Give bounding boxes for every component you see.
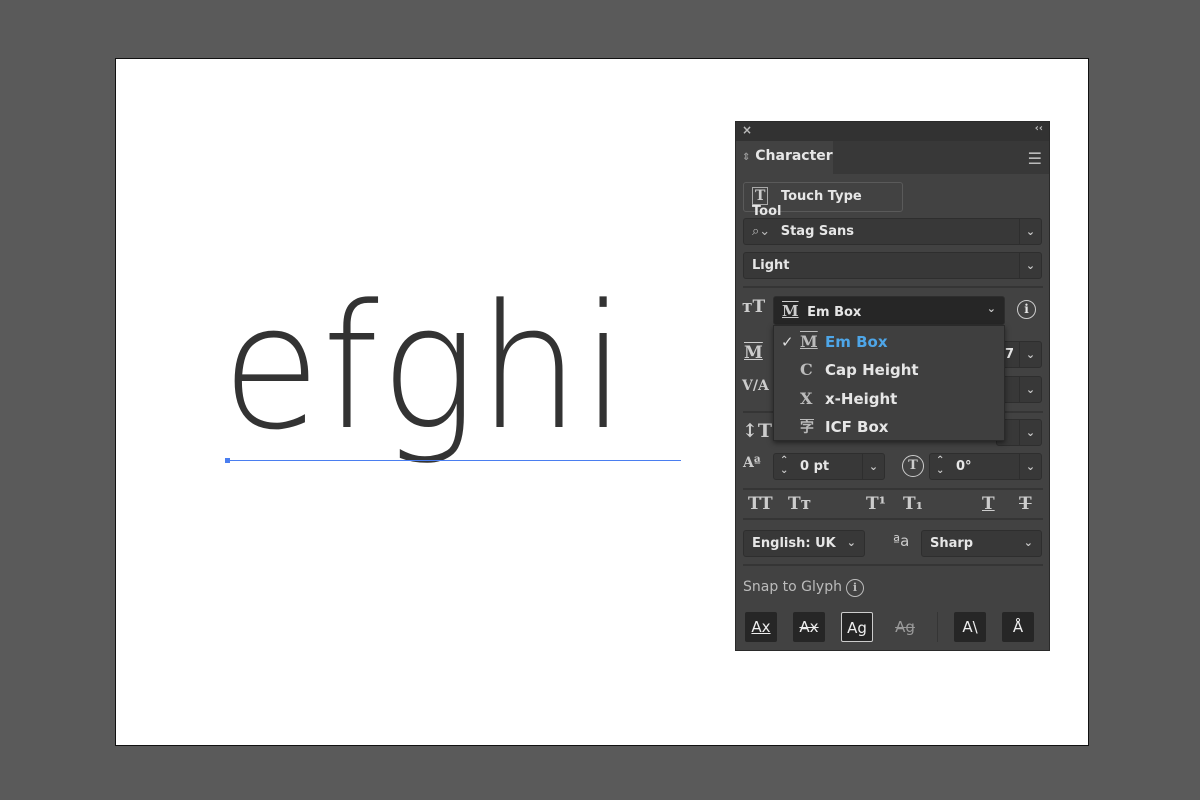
rotation-value: 0°: [956, 459, 972, 474]
leading-icon: ↕T: [742, 420, 773, 442]
rotation-field[interactable]: ⌃ ⌄ 0° ⌄: [929, 453, 1042, 480]
menu-item-cap-height[interactable]: C Cap Height: [774, 357, 1004, 385]
underline-icon[interactable]: T: [982, 494, 995, 514]
baseline-shift-icon: Aª: [743, 455, 761, 471]
font-style-field[interactable]: Light ⌄: [743, 252, 1042, 279]
panel-title-bar: × ‹‹: [736, 122, 1049, 141]
all-caps-icon[interactable]: TT: [748, 494, 773, 514]
baseline-shift-field[interactable]: ⌃ ⌄ 0 pt ⌄: [773, 453, 885, 480]
info-icon[interactable]: i: [1017, 300, 1036, 319]
checkmark-icon: ✓: [781, 333, 794, 351]
font-family-field[interactable]: ⌕⌄ Stag Sans ⌄: [743, 218, 1042, 245]
em-box-icon: M: [782, 302, 799, 320]
scale-value: 7: [1005, 347, 1015, 362]
chevron-down-icon[interactable]: ⌄: [1019, 253, 1041, 278]
language-value: English: UK: [752, 536, 836, 551]
small-caps-icon[interactable]: Tт: [788, 494, 811, 514]
divider: [743, 564, 1043, 566]
chevron-down-icon[interactable]: ⌄: [1019, 420, 1041, 445]
chevron-down-icon[interactable]: ⌄: [1019, 454, 1041, 479]
chevron-down-icon[interactable]: ⌄: [1019, 377, 1041, 402]
divider: [743, 488, 1043, 490]
chevron-down-icon: ⌄: [846, 536, 856, 549]
alignment-dropdown-menu: ✓ M Em Box C Cap Height X x-Height 字 ICF…: [773, 325, 1005, 441]
strikethrough-icon[interactable]: T: [1019, 494, 1032, 514]
superscript-icon[interactable]: T¹: [866, 494, 886, 514]
chevron-down-icon[interactable]: ⌄: [1019, 342, 1041, 367]
font-family-value: Stag Sans: [780, 224, 855, 239]
stepper-icon[interactable]: ⌃ ⌄: [780, 456, 788, 476]
antialias-icon: ªa: [893, 532, 910, 550]
menu-item-label: ICF Box: [825, 418, 889, 436]
x-height-icon: X: [800, 389, 813, 408]
search-icon: ⌕⌄: [752, 224, 771, 239]
chevron-down-icon[interactable]: ⌄: [862, 454, 884, 479]
snap-to-glyph-label: Snap to Glyph: [743, 579, 842, 595]
snap-x-height-button[interactable]: Ax: [793, 612, 825, 642]
collapse-icon[interactable]: ‹‹: [1035, 123, 1043, 134]
tab-label: Character: [755, 148, 833, 164]
alignment-select[interactable]: M Em Box ⌄: [773, 296, 1005, 325]
vertical-scale-icon: M: [744, 343, 763, 363]
icf-box-icon: 字: [800, 420, 814, 436]
close-icon[interactable]: ×: [742, 123, 752, 137]
snap-glyph-bounds-button[interactable]: Ag: [841, 612, 873, 642]
updown-icon: ⇕: [742, 152, 751, 163]
text-anchor-point[interactable]: [225, 458, 230, 463]
menu-item-em-box[interactable]: ✓ M Em Box: [774, 329, 1004, 357]
tab-character[interactable]: ⇕ Character: [736, 141, 833, 175]
font-style-value: Light: [752, 258, 790, 273]
snap-angular-guides-button[interactable]: A\: [954, 612, 986, 642]
snap-anchor-point-button[interactable]: Å: [1002, 612, 1034, 642]
menu-item-icf-box[interactable]: 字 ICF Box: [774, 414, 1004, 442]
menu-item-label: Em Box: [825, 333, 888, 351]
touch-type-icon: T: [752, 187, 769, 205]
em-box-icon: M: [800, 332, 818, 351]
chevron-down-icon: ⌄: [986, 302, 996, 315]
sample-text[interactable]: efghi: [222, 282, 628, 454]
menu-item-label: x-Height: [825, 390, 898, 408]
antialias-value: Sharp: [930, 536, 974, 551]
character-rotation-icon: T: [902, 455, 924, 477]
stepper-icon[interactable]: ⌃ ⌄: [936, 456, 944, 476]
touch-type-tool-button[interactable]: T Touch Type Tool: [743, 182, 903, 219]
alignment-value: Em Box: [807, 305, 862, 320]
subscript-icon[interactable]: T₁: [903, 494, 923, 514]
menu-item-x-height[interactable]: X x-Height: [774, 386, 1004, 414]
touch-type-label: Touch Type Tool: [752, 189, 862, 219]
type-size-icon: ᴛT: [742, 297, 766, 317]
character-panel: × ‹‹ ⇕ Character ☰ T Touch Type Tool ⌕⌄ …: [735, 121, 1050, 651]
snap-proximity-guides-button[interactable]: Ag: [889, 612, 921, 642]
divider: [937, 612, 938, 642]
language-select[interactable]: English: UK ⌄: [743, 530, 865, 557]
panel-menu-icon[interactable]: ☰: [1028, 149, 1042, 168]
menu-item-label: Cap Height: [825, 361, 919, 379]
baseline-shift-value: 0 pt: [800, 459, 830, 474]
cap-height-icon: C: [800, 360, 813, 379]
kerning-icon: V/A: [742, 378, 769, 394]
divider: [743, 518, 1043, 520]
chevron-down-icon: ⌄: [1023, 536, 1033, 549]
chevron-down-icon[interactable]: ⌄: [1019, 219, 1041, 244]
info-icon[interactable]: i: [846, 579, 864, 597]
text-baseline: [227, 460, 681, 461]
divider: [743, 286, 1043, 288]
snap-baseline-button[interactable]: Ax: [745, 612, 777, 642]
antialias-select[interactable]: Sharp ⌄: [921, 530, 1042, 557]
